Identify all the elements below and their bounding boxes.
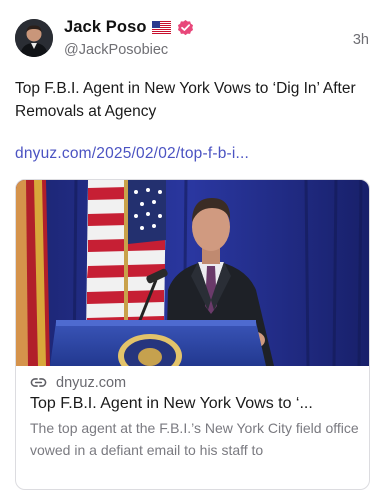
link-preview-title[interactable]: Top F.B.I. Agent in New York Vows to ‘..…	[30, 395, 360, 413]
post[interactable]: Jack Poso @JackPosobiec 3h Top F.B.I. Ag…	[0, 0, 385, 500]
link-preview-meta: dnyuz.com	[30, 374, 126, 391]
author-name-row[interactable]: Jack Poso	[64, 18, 195, 37]
author-handle[interactable]: @JackPosobiec	[64, 42, 168, 58]
author-display-name[interactable]: Jack Poso	[64, 18, 147, 37]
us-flag-icon	[151, 21, 171, 34]
verified-badge-icon	[176, 18, 195, 37]
link-preview-domain: dnyuz.com	[56, 374, 127, 391]
link-preview-image[interactable]	[16, 180, 369, 366]
post-link[interactable]: dnyuz.com/2025/02/02/top-f-b-i...	[15, 145, 249, 163]
link-preview-description: The top agent at the F.B.I.’s New York C…	[30, 420, 359, 458]
post-timestamp[interactable]: 3h	[353, 32, 369, 48]
link-preview-card[interactable]: dnyuz.com Top F.B.I. Agent in New York V…	[15, 179, 370, 490]
link-icon	[30, 374, 47, 391]
avatar[interactable]	[15, 19, 53, 57]
post-text: Top F.B.I. Agent in New York Vows to ‘Di…	[15, 80, 356, 120]
